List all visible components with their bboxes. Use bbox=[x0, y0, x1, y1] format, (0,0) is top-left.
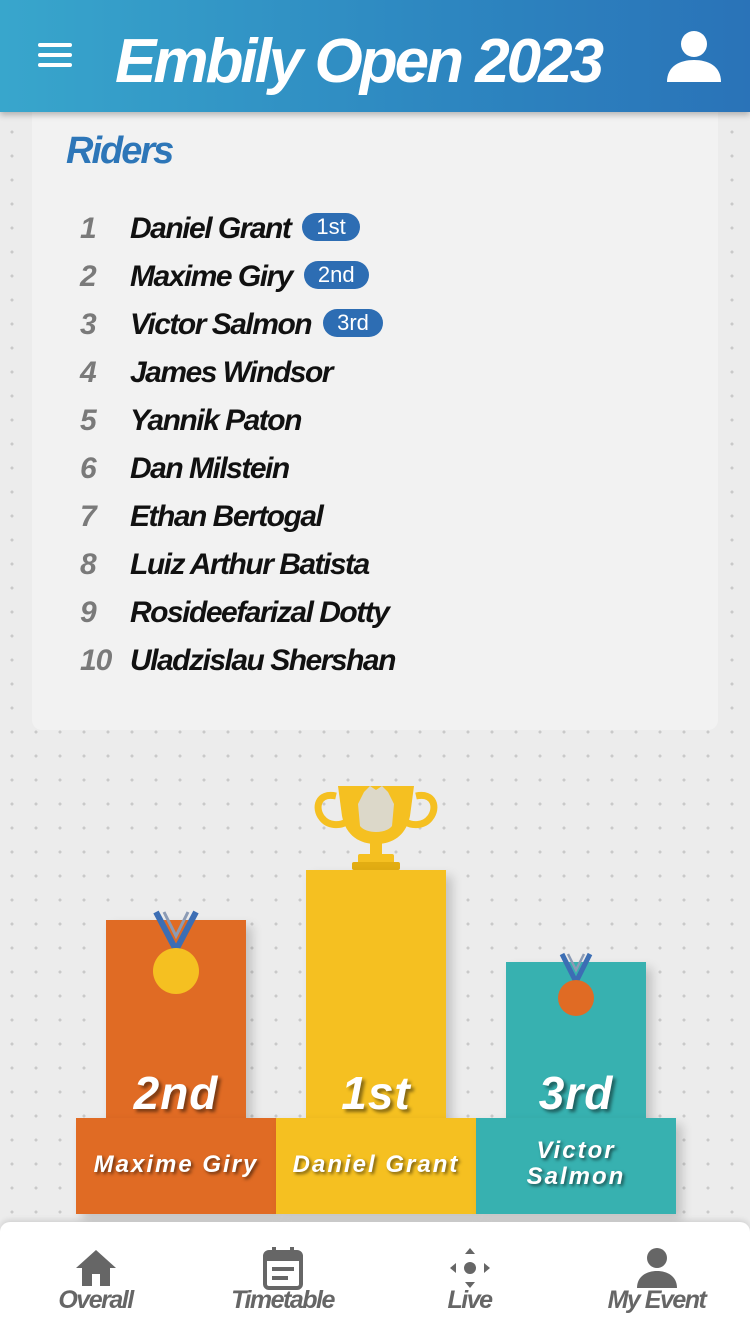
rider-rank: 6 bbox=[80, 452, 97, 485]
rider-name: Ethan Bertogal bbox=[130, 500, 324, 533]
rider-row[interactable]: 8 Luiz Arthur Batista bbox=[32, 544, 718, 592]
rider-rank: 7 bbox=[80, 500, 97, 533]
rider-rank: 1 bbox=[80, 212, 97, 245]
rider-name: Maxime Giry bbox=[130, 260, 293, 293]
rider-rank: 4 bbox=[80, 356, 97, 389]
nav-label: Overall bbox=[58, 1286, 134, 1314]
podium-base-third: Victor Salmon bbox=[476, 1118, 676, 1214]
place-label: 2nd bbox=[133, 1067, 219, 1119]
rider-name: Uladzislau Shershan bbox=[130, 644, 396, 677]
podium-base-first: Daniel Grant bbox=[276, 1118, 476, 1214]
podium-name-line2: Salmon bbox=[526, 1163, 626, 1190]
riders-card: Riders 1 Daniel Grant 1st 2 Maxime Giry 2n… bbox=[32, 112, 718, 730]
rider-rank: 10 bbox=[80, 644, 112, 677]
user-icon bbox=[667, 31, 721, 82]
rider-rank: 9 bbox=[80, 596, 97, 629]
hamburger-menu-icon bbox=[38, 43, 72, 47]
podium-first: 1st bbox=[306, 870, 446, 1120]
nav-live[interactable]: Live bbox=[376, 1222, 563, 1334]
podium-third: 3rd bbox=[506, 952, 646, 1120]
podium-second: 2nd bbox=[106, 910, 246, 1120]
rider-row[interactable]: 5 Yannik Paton bbox=[32, 400, 718, 448]
place-badge: 3rd bbox=[323, 309, 383, 337]
podium-name-line1: Victor bbox=[536, 1137, 616, 1164]
rider-row[interactable]: 7 Ethan Bertogal bbox=[32, 496, 718, 544]
nav-label: Live bbox=[447, 1286, 493, 1314]
rider-name: Dan Milstein bbox=[130, 452, 290, 485]
place-badge: 1st bbox=[302, 213, 360, 241]
rider-rank: 2 bbox=[80, 260, 97, 293]
menu-button[interactable] bbox=[36, 40, 76, 70]
live-icon bbox=[449, 1248, 490, 1288]
rider-rank: 3 bbox=[80, 308, 97, 341]
podium: 1st 2nd 3rd Maxime Giry Daniel Grant Vic… bbox=[0, 760, 750, 1220]
bronze-medal-icon bbox=[558, 952, 594, 1016]
rider-name: Daniel Grant bbox=[130, 212, 292, 245]
app-title: Embily Open 2023 bbox=[115, 27, 604, 96]
nav-my-event[interactable]: My Event bbox=[563, 1222, 750, 1334]
place-label: 3rd bbox=[538, 1067, 614, 1119]
riders-title: Riders bbox=[66, 130, 174, 172]
rider-row[interactable]: 1 Daniel Grant 1st bbox=[32, 208, 718, 256]
rider-name: Rosideefarizal Dotty bbox=[130, 596, 390, 629]
bottom-nav: Overall Timetable Live My Event bbox=[0, 1222, 750, 1334]
podium-base-second: Maxime Giry bbox=[76, 1118, 276, 1214]
rider-row[interactable]: 9 Rosideefarizal Dotty bbox=[32, 592, 718, 640]
podium-name: Maxime Giry bbox=[93, 1151, 259, 1178]
calendar-icon bbox=[262, 1247, 303, 1290]
rider-list: 1 Daniel Grant 1st 2 Maxime Giry 2nd 3 Vic… bbox=[32, 208, 718, 688]
app-header: Embily Open 2023 bbox=[0, 0, 750, 112]
rider-name: Victor Salmon bbox=[130, 308, 313, 341]
place-label: 1st bbox=[341, 1067, 411, 1119]
nav-overall[interactable]: Overall bbox=[2, 1222, 189, 1334]
rider-row[interactable]: 10 Uladzislau Shershan bbox=[32, 640, 718, 688]
user-icon bbox=[636, 1248, 677, 1288]
rider-row[interactable]: 2 Maxime Giry 2nd bbox=[32, 256, 718, 304]
profile-button[interactable] bbox=[664, 26, 724, 86]
rider-name: Yannik Paton bbox=[130, 404, 302, 437]
place-badge: 2nd bbox=[303, 261, 369, 289]
gold-medal-icon bbox=[153, 910, 199, 994]
rider-rank: 5 bbox=[80, 404, 97, 437]
nav-label: My Event bbox=[607, 1286, 707, 1314]
rider-rank: 8 bbox=[80, 548, 97, 581]
rider-row[interactable]: 3 Victor Salmon 3rd bbox=[32, 304, 718, 352]
nav-label: Timetable bbox=[231, 1286, 335, 1314]
rider-row[interactable]: 4 James Windsor bbox=[32, 352, 718, 400]
podium-name: Daniel Grant bbox=[292, 1151, 460, 1178]
rider-name: James Windsor bbox=[130, 356, 333, 389]
rider-name: Luiz Arthur Batista bbox=[130, 548, 370, 581]
trophy-icon bbox=[314, 786, 438, 870]
rider-row[interactable]: 6 Dan Milstein bbox=[32, 448, 718, 496]
home-icon bbox=[75, 1250, 116, 1286]
nav-timetable[interactable]: Timetable bbox=[189, 1222, 376, 1334]
